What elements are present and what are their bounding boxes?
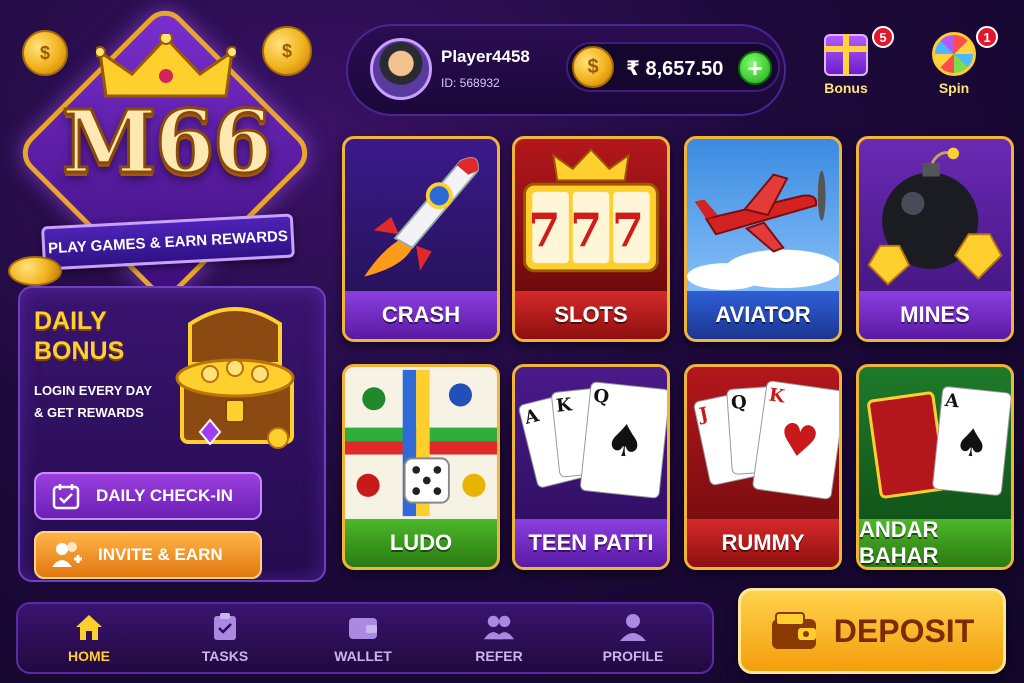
game-label: RUMMY xyxy=(687,519,839,567)
daily-bonus-sub-line1: LOGIN EVERY DAY xyxy=(34,383,152,398)
airplane-icon xyxy=(687,170,839,291)
slots-reel-text: 777 xyxy=(528,203,653,257)
daily-bonus-title: DAILY BONUS xyxy=(34,306,124,366)
daily-bonus-subtitle: LOGIN EVERY DAY & GET REWARDS xyxy=(34,380,152,424)
player-id: ID: 568932 xyxy=(441,76,500,90)
deposit-label: DEPOSIT xyxy=(833,612,975,649)
bonus-label: Bonus xyxy=(824,80,868,96)
wallet-balance: ₹ 8,657.50 xyxy=(626,58,724,80)
coin-icon xyxy=(8,256,62,286)
ludo-board-icon xyxy=(345,369,497,517)
game-label: AVIATOR xyxy=(687,291,839,339)
playing-card: Q ♠ xyxy=(579,381,667,499)
rocket-icon xyxy=(364,157,479,277)
bonus-badge: 5 xyxy=(872,26,894,48)
logo-tagline: PLAY GAMES & EARN REWARDS xyxy=(41,213,295,271)
invite-users-icon xyxy=(52,542,82,567)
game-label: SLOTS xyxy=(515,291,667,339)
nav-profile-label: PROFILE xyxy=(602,648,664,664)
profile-icon xyxy=(618,612,648,642)
game-label: LUDO xyxy=(345,519,497,567)
invite-earn-label: INVITE & EARN xyxy=(98,545,223,564)
daily-checkin-button[interactable]: DAILY CHECK-IN xyxy=(34,472,262,520)
nav-home[interactable]: HOME xyxy=(44,612,134,664)
wheel-icon xyxy=(932,32,976,76)
game-tile-teen-patti[interactable]: A K Q ♠ TEEN PATTI xyxy=(512,364,670,570)
nav-wallet-label: WALLET xyxy=(334,648,392,664)
game-tile-crash[interactable]: CRASH xyxy=(342,136,500,342)
game-label: ANDAR BAHAR xyxy=(859,517,1011,567)
avatar[interactable] xyxy=(370,38,432,100)
bomb-icon xyxy=(867,147,1003,286)
home-icon xyxy=(74,612,104,642)
cards-icon: A K Q ♠ xyxy=(515,367,667,519)
nav-profile[interactable]: PROFILE xyxy=(588,612,678,664)
coin-icon: $ xyxy=(22,30,68,76)
player-name: Player4458 xyxy=(441,47,530,66)
spin-badge: 1 xyxy=(976,26,998,48)
tasks-icon xyxy=(210,612,240,642)
treasure-chest-icon xyxy=(175,307,295,449)
nav-tasks-label: TASKS xyxy=(201,648,249,664)
wallet-icon xyxy=(771,612,816,649)
game-tile-aviator[interactable]: AVIATOR xyxy=(684,136,842,342)
spin-label: Spin xyxy=(938,80,970,96)
daily-bonus-title-line1: DAILY xyxy=(34,307,107,335)
slot-machine-icon: 777 xyxy=(523,148,659,273)
game-tile-andar-bahar[interactable]: A ♠ ANDAR BAHAR xyxy=(856,364,1014,570)
coin-icon: $ xyxy=(572,46,614,88)
nav-refer-label: REFER xyxy=(475,648,523,664)
add-funds-button[interactable]: + xyxy=(738,51,772,85)
game-label: MINES xyxy=(859,291,1011,339)
cards-icon: J Q K ♥ xyxy=(687,367,839,519)
refer-icon xyxy=(484,612,514,642)
nav-home-label: HOME xyxy=(68,648,110,664)
gift-icon xyxy=(824,34,868,76)
deposit-button[interactable]: DEPOSIT xyxy=(738,588,1006,674)
calendar-check-icon xyxy=(52,484,80,510)
game-label: TEEN PATTI xyxy=(515,519,667,567)
wallet-icon xyxy=(348,612,378,642)
nav-tasks[interactable]: TASKS xyxy=(180,612,270,664)
spade-icon: ♠ xyxy=(602,414,648,469)
playing-card: K ♥ xyxy=(751,379,839,501)
game-label: CRASH xyxy=(345,291,497,339)
daily-bonus-title-line2: BONUS xyxy=(34,337,125,365)
nav-wallet[interactable]: WALLET xyxy=(318,612,408,664)
invite-earn-button[interactable]: INVITE & EARN xyxy=(34,531,262,579)
playing-card-rank: Q xyxy=(592,385,611,409)
daily-checkin-label: DAILY CHECK-IN xyxy=(96,486,233,505)
playing-card-rank: K xyxy=(767,384,786,408)
playing-card: A ♠ xyxy=(931,385,1011,497)
daily-bonus-sub-line2: & GET REWARDS xyxy=(34,405,144,420)
game-tile-slots[interactable]: 777 SLOTS xyxy=(512,136,670,342)
spade-icon: ♠ xyxy=(952,418,992,467)
logo-text: M66 xyxy=(60,91,274,195)
nav-refer[interactable]: REFER xyxy=(454,612,544,664)
game-tile-ludo[interactable]: LUDO xyxy=(342,364,500,570)
cards-icon: A ♠ xyxy=(859,367,1011,519)
playing-card-rank: A xyxy=(943,390,961,413)
game-tile-mines[interactable]: MINES xyxy=(856,136,1014,342)
heart-icon: ♥ xyxy=(775,413,822,470)
coin-icon: $ xyxy=(262,26,312,76)
game-tile-rummy[interactable]: J Q K ♥ RUMMY xyxy=(684,364,842,570)
